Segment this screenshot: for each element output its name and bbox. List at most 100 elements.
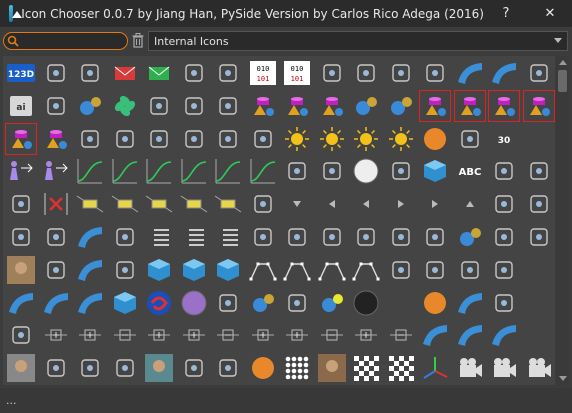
eraser-icon[interactable]	[40, 57, 72, 89]
people-arrows-2-icon[interactable]	[40, 155, 72, 187]
camera-target-icon[interactable]	[350, 221, 382, 253]
yellow-box-2-icon[interactable]	[109, 188, 141, 220]
magenta-cap-sel-2-icon[interactable]	[453, 89, 486, 122]
blue-arch-icon[interactable]	[74, 254, 106, 286]
close-button[interactable]: ✕	[528, 0, 572, 27]
blue-surface-icon[interactable]	[488, 57, 520, 89]
magenta-ball-icon[interactable]	[316, 90, 348, 122]
magenta-cap-sel-5-icon[interactable]	[5, 122, 37, 155]
diagonal-arrow-icon[interactable]	[143, 90, 175, 122]
green-fan-icon[interactable]	[109, 90, 141, 122]
blue-ribbon-2-icon[interactable]	[454, 319, 486, 351]
yellow-box-icon[interactable]	[74, 188, 106, 220]
window-purple-icon[interactable]	[212, 287, 244, 319]
checker-icon[interactable]	[350, 352, 382, 384]
white-brush-icon[interactable]	[40, 352, 72, 384]
scroll-up-arrow-icon[interactable]	[559, 60, 567, 65]
stack-up-icon[interactable]	[523, 57, 555, 89]
stack-plus-icon[interactable]	[212, 57, 244, 89]
cylinder-icon[interactable]	[5, 221, 37, 253]
green-balls-icon[interactable]	[316, 287, 348, 319]
bracket-node-2-icon[interactable]	[454, 254, 486, 286]
plus-box-3-icon[interactable]	[178, 319, 210, 351]
white-sphere-icon[interactable]	[350, 155, 382, 187]
film-camera-2-icon[interactable]	[488, 352, 520, 384]
yellow-box-5-icon[interactable]	[212, 188, 244, 220]
sine-wave-icon[interactable]	[40, 221, 72, 253]
clock-arrow-icon[interactable]	[419, 57, 451, 89]
purple-circle-icon[interactable]	[178, 287, 210, 319]
red-envelope-icon[interactable]	[109, 57, 141, 89]
plus-line-2-icon[interactable]	[281, 319, 313, 351]
vertical-scrollbar[interactable]	[556, 56, 569, 385]
vertical-arrows-icon[interactable]	[178, 90, 210, 122]
curve-nodes-icon[interactable]	[247, 254, 279, 286]
list-arrows-icon[interactable]	[212, 221, 244, 253]
sphere-cone-icon[interactable]	[350, 90, 382, 122]
camera-red-icon[interactable]	[385, 221, 417, 253]
chain-link-icon[interactable]	[385, 254, 417, 286]
cursor-plus-icon[interactable]	[316, 57, 348, 89]
red-x-icon[interactable]	[40, 188, 72, 220]
orange-doc-icon[interactable]	[419, 287, 451, 319]
search-input[interactable]	[22, 34, 122, 48]
rotation-red-icon[interactable]	[281, 221, 313, 253]
trash-icon[interactable]	[132, 33, 144, 48]
swirl-red-icon[interactable]	[143, 287, 175, 319]
number-30-icon[interactable]: 30	[488, 123, 520, 155]
runner-icon[interactable]	[281, 155, 313, 187]
blue-cube-4-icon[interactable]	[212, 254, 244, 286]
gray-shape-icon[interactable]	[488, 287, 520, 319]
green-curve-3-icon[interactable]	[143, 155, 175, 187]
orange-refresh-icon[interactable]	[247, 352, 279, 384]
printer-icon[interactable]	[523, 221, 555, 253]
brown-brush-icon[interactable]	[74, 352, 106, 384]
yellow-box-3-icon[interactable]	[143, 188, 175, 220]
axis-arrows-icon[interactable]	[419, 352, 451, 384]
people-arrows-icon[interactable]	[5, 155, 37, 187]
noise-texture-icon[interactable]	[5, 352, 37, 384]
minus-box-icon[interactable]	[212, 319, 244, 351]
small-cube-icon[interactable]	[109, 287, 141, 319]
snow-rock-icon[interactable]	[143, 352, 175, 384]
figure-joints-icon[interactable]	[385, 57, 417, 89]
bracket-dots-icon[interactable]	[178, 123, 210, 155]
curve-arrows-icon[interactable]	[212, 90, 244, 122]
blue-arch-2-icon[interactable]	[40, 287, 72, 319]
ring-arrow-icon[interactable]	[5, 188, 37, 220]
magenta-cone-2-icon[interactable]	[40, 123, 72, 155]
sun-sphere-icon[interactable]	[281, 123, 313, 155]
teal-wave-icon[interactable]	[5, 287, 37, 319]
sphere-cone-2-icon[interactable]	[385, 90, 417, 122]
ai-tile-icon[interactable]: ai	[5, 90, 37, 122]
binary-grid-2-icon[interactable]: 010 101	[281, 57, 313, 89]
curve-nodes-4-icon[interactable]	[350, 254, 382, 286]
sun-3-icon[interactable]	[385, 123, 417, 155]
refresh-drop-icon[interactable]	[109, 352, 141, 384]
refresh-arrow-icon[interactable]	[178, 352, 210, 384]
corner-line-icon[interactable]	[109, 319, 141, 351]
black-sphere-icon[interactable]	[350, 287, 382, 319]
blue-balls-icon[interactable]	[454, 221, 486, 253]
film-camera-icon[interactable]	[454, 352, 486, 384]
blue-ribbon-3-icon[interactable]	[488, 319, 520, 351]
disk-brush-icon[interactable]	[523, 188, 555, 220]
grid-square-icon[interactable]	[74, 57, 106, 89]
sun-2-icon[interactable]	[350, 123, 382, 155]
scroll-thumb[interactable]	[558, 70, 567, 92]
pipe-end-icon[interactable]	[109, 221, 141, 253]
magenta-cap-sel-icon[interactable]	[419, 89, 451, 122]
green-curve-icon[interactable]	[74, 155, 106, 187]
t-box-icon[interactable]	[385, 155, 417, 187]
plus-box-5-icon[interactable]	[350, 319, 382, 351]
refresh-gear-icon[interactable]	[212, 352, 244, 384]
checker-cube-icon[interactable]	[385, 352, 417, 384]
split-arrows-icon[interactable]	[143, 123, 175, 155]
curve-nodes-2-icon[interactable]	[281, 254, 313, 286]
triangle-right-icon[interactable]	[385, 188, 417, 220]
blue-arch-3-icon[interactable]	[74, 287, 106, 319]
triangle-right-2-icon[interactable]	[419, 188, 451, 220]
eye-ring-icon[interactable]	[316, 155, 348, 187]
blue-ribbon-icon[interactable]	[419, 319, 451, 351]
dots-grid-icon[interactable]	[281, 352, 313, 384]
